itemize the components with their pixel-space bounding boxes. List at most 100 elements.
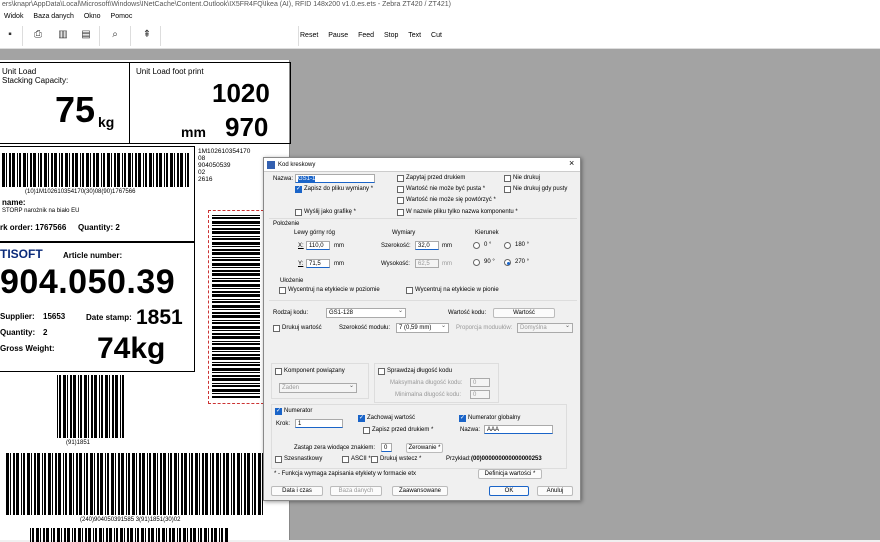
barcode-bar <box>105 375 108 438</box>
print-preview-icon[interactable]: ▥ <box>56 28 70 42</box>
barcode-bar <box>184 453 187 515</box>
label-canvas[interactable]: Unit Load Stacking Capacity: 75 kg Unit … <box>0 60 291 542</box>
barcode-bar <box>241 453 242 515</box>
direction-270-radio[interactable] <box>504 259 511 266</box>
menu-item-database[interactable]: Baza danych <box>33 13 73 20</box>
no-print-empty-checkbox[interactable] <box>504 186 511 193</box>
feed-command[interactable]: Feed <box>358 32 374 39</box>
search-icon[interactable]: ⌕ <box>108 28 122 42</box>
save-before-print-checkbox[interactable] <box>363 427 370 434</box>
min-length-label: Minimalna długość kodu: <box>395 392 462 398</box>
stop-command[interactable]: Stop <box>384 32 398 39</box>
module-width-select[interactable]: 7 (0,59 mm) <box>396 322 449 333</box>
database-button[interactable]: Baza danych <box>330 486 382 496</box>
check-length-checkbox[interactable] <box>378 368 385 375</box>
print-value-checkbox[interactable] <box>273 325 280 332</box>
name-input[interactable]: GS1-1 <box>295 174 375 183</box>
center-horizontal-checkbox[interactable] <box>279 287 286 294</box>
code-type-label: Rodzaj kodu: <box>273 310 309 316</box>
linked-component-select[interactable]: Żaden <box>279 382 357 393</box>
menu-item-view[interactable]: Widok <box>4 13 23 20</box>
width-input[interactable]: 32,0 <box>415 241 439 250</box>
footprint-unit: mm <box>181 124 206 140</box>
global-name-label: Nazwa: <box>460 427 481 433</box>
send-graphic-checkbox[interactable] <box>295 209 302 216</box>
barcode-bar <box>212 246 260 247</box>
not-repeat-checkbox[interactable] <box>397 197 404 204</box>
cancel-button[interactable]: Anuluj <box>537 486 573 496</box>
barcode-bar <box>57 375 58 438</box>
save-file-checkbox[interactable] <box>295 185 302 193</box>
code-type-select[interactable]: GS1-128 <box>326 307 406 318</box>
global-name-input[interactable]: AAA <box>484 425 553 434</box>
barcode-bar <box>212 291 260 293</box>
menu-item-help[interactable]: Pomoc <box>111 13 133 20</box>
direction-90-radio[interactable] <box>473 259 480 266</box>
print-reverse-checkbox[interactable] <box>371 456 378 463</box>
linked-component-checkbox[interactable] <box>275 368 282 375</box>
barcode-bar <box>210 453 211 515</box>
barcode-2 <box>57 375 129 438</box>
close-icon[interactable]: × <box>569 159 574 168</box>
barcode-bar <box>212 364 260 366</box>
center-vertical-checkbox[interactable] <box>406 287 413 294</box>
toolbar-separator <box>130 26 131 46</box>
not-empty-checkbox[interactable] <box>397 186 404 193</box>
x-input[interactable]: 110,0 <box>306 241 330 250</box>
barcode-bar <box>212 368 260 371</box>
hex-checkbox[interactable] <box>275 456 282 463</box>
no-print-checkbox[interactable] <box>504 175 511 182</box>
side-line: 1M102610354170 <box>198 148 251 155</box>
height-input[interactable]: 62,5 <box>415 259 439 268</box>
barcode-bar <box>126 453 127 515</box>
counter-checkbox[interactable] <box>275 407 282 415</box>
direction-0-label: 0 ° <box>484 242 492 248</box>
barcode-bar <box>136 453 137 515</box>
ok-button[interactable]: OK <box>489 486 529 496</box>
keep-value-checkbox[interactable] <box>358 414 365 422</box>
code-value-button[interactable]: Wartość <box>493 308 555 318</box>
barcode-bar <box>42 453 43 515</box>
save-icon[interactable]: ▪ <box>3 28 17 42</box>
barcode-bar <box>37 453 40 515</box>
leading-zeros-input[interactable]: 0 <box>381 443 392 452</box>
footprint-title: Unit Load foot print <box>136 67 204 76</box>
barcode-bar <box>247 453 250 515</box>
ask-before-print-checkbox[interactable] <box>397 175 404 182</box>
advanced-button[interactable]: Zaawansowane <box>392 486 448 496</box>
barcode-bar <box>99 375 100 438</box>
ascii-checkbox[interactable] <box>342 456 349 463</box>
file-name-only-checkbox[interactable] <box>397 209 404 216</box>
y-input[interactable]: 71,5 <box>306 259 330 268</box>
selected-vertical-barcode[interactable] <box>208 210 264 404</box>
reset-counter-button[interactable]: Zerowanie * <box>406 443 443 453</box>
upload-icon[interactable]: ⇞ <box>140 28 154 42</box>
barcode-bar <box>212 333 260 335</box>
menu-item-window[interactable]: Okno <box>84 13 101 20</box>
reset-command[interactable]: Reset <box>300 32 318 39</box>
ask-before-print-label: Zapytaj przed drukiem <box>406 175 466 181</box>
define-value-button[interactable]: Definicja wartości * <box>478 469 542 479</box>
printer-settings-icon[interactable]: ▤ <box>79 28 93 42</box>
barcode-bar <box>10 453 11 515</box>
step-input[interactable]: 1 <box>295 419 343 428</box>
direction-0-radio[interactable] <box>473 242 480 249</box>
print-icon[interactable]: ⎙ <box>31 28 45 42</box>
barcode-bar <box>63 453 64 515</box>
pause-command[interactable]: Pause <box>328 32 348 39</box>
cut-command[interactable]: Cut <box>431 32 442 39</box>
date-label: Date stamp: <box>86 313 132 322</box>
direction-180-radio[interactable] <box>504 242 511 249</box>
min-length-input[interactable]: 0 <box>470 390 490 399</box>
barcode-bar <box>94 375 97 438</box>
capacity-label: Unit Load Stacking Capacity: <box>2 67 68 85</box>
max-length-input[interactable]: 0 <box>470 378 490 387</box>
example-label: Przykład: <box>446 456 471 462</box>
ratio-select[interactable]: Domyślna <box>517 322 573 333</box>
global-counter-checkbox[interactable] <box>459 414 466 422</box>
barcode-bar <box>69 453 72 515</box>
side-text-block: 1M102610354170 08 904050539 02 2616 <box>198 148 250 183</box>
text-command[interactable]: Text <box>408 32 421 39</box>
date-time-button[interactable]: Data i czas <box>271 486 323 496</box>
barcode-bar <box>128 453 130 515</box>
